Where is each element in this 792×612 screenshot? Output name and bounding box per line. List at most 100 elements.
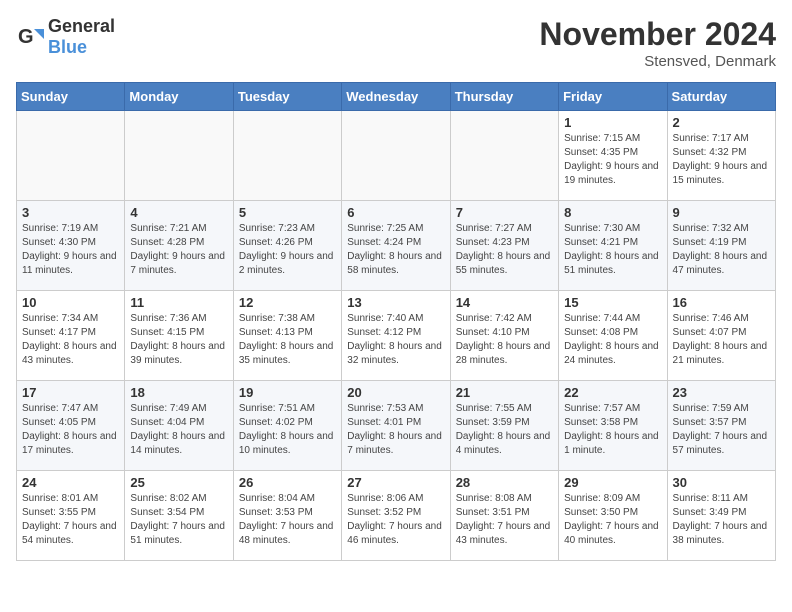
calendar-cell: 15 Sunrise: 7:44 AM Sunset: 4:08 PM Dayli… xyxy=(559,291,667,381)
calendar-cell: 6 Sunrise: 7:25 AM Sunset: 4:24 PM Daylig… xyxy=(342,201,450,291)
day-number: 7 xyxy=(456,205,553,220)
calendar-week-row: 10 Sunrise: 7:34 AM Sunset: 4:17 PM Dayli… xyxy=(17,291,776,381)
day-info: Sunrise: 7:23 AM Sunset: 4:26 PM Dayligh… xyxy=(239,222,336,278)
calendar-week-row: 1 Sunrise: 7:15 AM Sunset: 4:35 PM Daylig… xyxy=(17,111,776,201)
calendar-cell: 23 Sunrise: 7:59 AM Sunset: 3:57 PM Dayli… xyxy=(667,381,775,471)
day-number: 9 xyxy=(673,205,770,220)
calendar-cell xyxy=(342,111,450,201)
calendar-cell xyxy=(233,111,341,201)
day-info: Sunrise: 7:15 AM Sunset: 4:35 PM Dayligh… xyxy=(564,132,661,188)
day-number: 4 xyxy=(130,205,227,220)
weekday-header-wednesday: Wednesday xyxy=(342,83,450,111)
calendar-cell: 19Sunrise: 7:51 AM Sunset: 4:02 PM Dayli… xyxy=(233,381,341,471)
calendar-cell: 26Sunrise: 8:04 AM Sunset: 3:53 PM Dayli… xyxy=(233,471,341,561)
calendar-cell: 14 Sunrise: 7:42 AM Sunset: 4:10 PM Dayli… xyxy=(450,291,558,381)
day-info: Sunrise: 7:40 AM Sunset: 4:12 PM Dayligh… xyxy=(347,312,444,368)
weekday-header-monday: Monday xyxy=(125,83,233,111)
location: Stensved, Denmark xyxy=(539,53,776,70)
calendar-cell: 16 Sunrise: 7:46 AM Sunset: 4:07 PM Dayli… xyxy=(667,291,775,381)
calendar-cell: 8 Sunrise: 7:30 AM Sunset: 4:21 PM Daylig… xyxy=(559,201,667,291)
calendar-cell: 4 Sunrise: 7:21 AM Sunset: 4:28 PM Daylig… xyxy=(125,201,233,291)
day-number: 19 xyxy=(239,385,336,400)
day-number: 10 xyxy=(22,295,119,310)
calendar-cell: 21 Sunrise: 7:55 AM Sunset: 3:59 PM Dayli… xyxy=(450,381,558,471)
weekday-header-row: SundayMondayTuesdayWednesdayThursdayFrid… xyxy=(17,83,776,111)
calendar-cell: 9 Sunrise: 7:32 AM Sunset: 4:19 PM Daylig… xyxy=(667,201,775,291)
calendar-cell: 5 Sunrise: 7:23 AM Sunset: 4:26 PM Daylig… xyxy=(233,201,341,291)
calendar-cell: 7 Sunrise: 7:27 AM Sunset: 4:23 PM Daylig… xyxy=(450,201,558,291)
calendar-cell: 20 Sunrise: 7:53 AM Sunset: 4:01 PM Dayli… xyxy=(342,381,450,471)
day-info: Sunrise: 7:25 AM Sunset: 4:24 PM Dayligh… xyxy=(347,222,444,278)
day-info: Sunrise: 7:59 AM Sunset: 3:57 PM Dayligh… xyxy=(673,402,770,458)
day-info: Sunrise: 8:11 AM Sunset: 3:49 PM Dayligh… xyxy=(673,492,770,548)
day-info: Sunrise: 7:27 AM Sunset: 4:23 PM Dayligh… xyxy=(456,222,553,278)
calendar-cell: 2Sunrise: 7:17 AM Sunset: 4:32 PM Daylig… xyxy=(667,111,775,201)
day-info: Sunrise: 7:44 AM Sunset: 4:08 PM Dayligh… xyxy=(564,312,661,368)
page-header: G General Blue November 2024 Stensved, D… xyxy=(16,16,776,70)
logo-blue: Blue xyxy=(48,37,87,57)
day-info: Sunrise: 8:09 AM Sunset: 3:50 PM Dayligh… xyxy=(564,492,661,548)
day-number: 20 xyxy=(347,385,444,400)
day-number: 11 xyxy=(130,295,227,310)
day-number: 15 xyxy=(564,295,661,310)
day-number: 25 xyxy=(130,475,227,490)
day-info: Sunrise: 8:04 AM Sunset: 3:53 PM Dayligh… xyxy=(239,492,336,548)
day-info: Sunrise: 7:30 AM Sunset: 4:21 PM Dayligh… xyxy=(564,222,661,278)
day-info: Sunrise: 7:55 AM Sunset: 3:59 PM Dayligh… xyxy=(456,402,553,458)
day-number: 22 xyxy=(564,385,661,400)
weekday-header-tuesday: Tuesday xyxy=(233,83,341,111)
day-info: Sunrise: 7:53 AM Sunset: 4:01 PM Dayligh… xyxy=(347,402,444,458)
day-number: 16 xyxy=(673,295,770,310)
day-number: 13 xyxy=(347,295,444,310)
day-number: 12 xyxy=(239,295,336,310)
calendar-cell: 17Sunrise: 7:47 AM Sunset: 4:05 PM Dayli… xyxy=(17,381,125,471)
day-number: 1 xyxy=(564,115,661,130)
calendar-cell: 30 Sunrise: 8:11 AM Sunset: 3:49 PM Dayli… xyxy=(667,471,775,561)
day-number: 29 xyxy=(564,475,661,490)
calendar-week-row: 17Sunrise: 7:47 AM Sunset: 4:05 PM Dayli… xyxy=(17,381,776,471)
day-number: 28 xyxy=(456,475,553,490)
calendar-table: SundayMondayTuesdayWednesdayThursdayFrid… xyxy=(16,82,776,561)
day-info: Sunrise: 8:02 AM Sunset: 3:54 PM Dayligh… xyxy=(130,492,227,548)
day-info: Sunrise: 7:46 AM Sunset: 4:07 PM Dayligh… xyxy=(673,312,770,368)
calendar-cell: 11 Sunrise: 7:36 AM Sunset: 4:15 PM Dayli… xyxy=(125,291,233,381)
calendar-cell xyxy=(450,111,558,201)
day-number: 21 xyxy=(456,385,553,400)
day-number: 23 xyxy=(673,385,770,400)
calendar-cell: 13 Sunrise: 7:40 AM Sunset: 4:12 PM Dayli… xyxy=(342,291,450,381)
calendar-cell: 18Sunrise: 7:49 AM Sunset: 4:04 PM Dayli… xyxy=(125,381,233,471)
day-number: 8 xyxy=(564,205,661,220)
calendar-cell xyxy=(17,111,125,201)
month-title: November 2024 xyxy=(539,16,776,53)
calendar-cell: 22Sunrise: 7:57 AM Sunset: 3:58 PM Dayli… xyxy=(559,381,667,471)
day-number: 17 xyxy=(22,385,119,400)
title-block: November 2024 Stensved, Denmark xyxy=(539,16,776,70)
calendar-cell: 27 Sunrise: 8:06 AM Sunset: 3:52 PM Dayli… xyxy=(342,471,450,561)
day-info: Sunrise: 8:01 AM Sunset: 3:55 PM Dayligh… xyxy=(22,492,119,548)
logo-icon: G xyxy=(16,23,44,51)
weekday-header-friday: Friday xyxy=(559,83,667,111)
weekday-header-thursday: Thursday xyxy=(450,83,558,111)
day-info: Sunrise: 7:38 AM Sunset: 4:13 PM Dayligh… xyxy=(239,312,336,368)
calendar-week-row: 24Sunrise: 8:01 AM Sunset: 3:55 PM Dayli… xyxy=(17,471,776,561)
calendar-cell xyxy=(125,111,233,201)
day-info: Sunrise: 7:42 AM Sunset: 4:10 PM Dayligh… xyxy=(456,312,553,368)
day-info: Sunrise: 8:08 AM Sunset: 3:51 PM Dayligh… xyxy=(456,492,553,548)
day-number: 14 xyxy=(456,295,553,310)
day-number: 6 xyxy=(347,205,444,220)
day-number: 5 xyxy=(239,205,336,220)
day-number: 27 xyxy=(347,475,444,490)
day-info: Sunrise: 7:36 AM Sunset: 4:15 PM Dayligh… xyxy=(130,312,227,368)
day-number: 3 xyxy=(22,205,119,220)
day-info: Sunrise: 7:34 AM Sunset: 4:17 PM Dayligh… xyxy=(22,312,119,368)
calendar-cell: 25 Sunrise: 8:02 AM Sunset: 3:54 PM Dayli… xyxy=(125,471,233,561)
day-info: Sunrise: 7:32 AM Sunset: 4:19 PM Dayligh… xyxy=(673,222,770,278)
day-info: Sunrise: 7:21 AM Sunset: 4:28 PM Dayligh… xyxy=(130,222,227,278)
calendar-week-row: 3Sunrise: 7:19 AM Sunset: 4:30 PM Daylig… xyxy=(17,201,776,291)
day-number: 2 xyxy=(673,115,770,130)
day-number: 30 xyxy=(673,475,770,490)
calendar-cell: 12 Sunrise: 7:38 AM Sunset: 4:13 PM Dayli… xyxy=(233,291,341,381)
svg-text:G: G xyxy=(18,26,34,48)
day-info: Sunrise: 8:06 AM Sunset: 3:52 PM Dayligh… xyxy=(347,492,444,548)
day-number: 18 xyxy=(130,385,227,400)
